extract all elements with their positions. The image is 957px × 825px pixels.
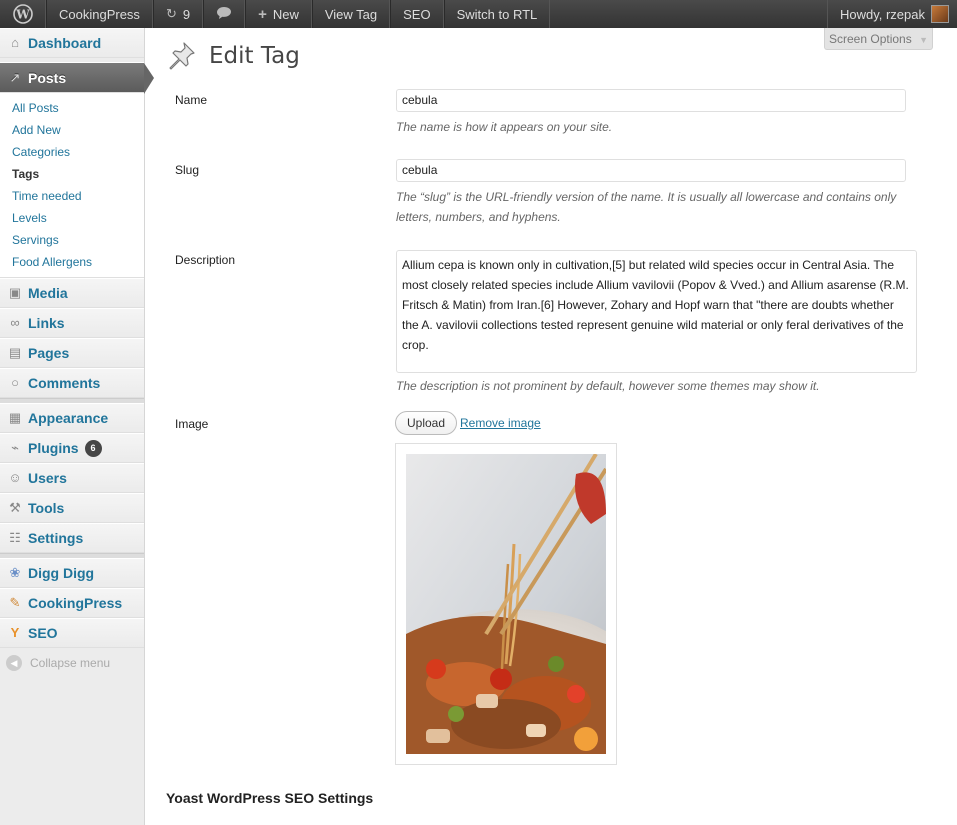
seo-link[interactable]: SEO [390,0,444,28]
plus-icon: + [258,5,267,23]
link-icon: ∞ [10,315,20,330]
settings-icon: ☷ [9,530,21,545]
plugins-update-badge: 6 [84,439,102,457]
submenu-tags[interactable]: Tags [0,163,144,185]
page-title: Edit Tag [209,43,300,69]
menu-dashboard[interactable]: ⌂ Dashboard [0,28,144,58]
new-content-link[interactable]: + New [245,0,312,28]
menu-pages[interactable]: ▤ Pages [0,338,144,368]
upload-button[interactable]: Upload [395,411,457,435]
submenu-time-needed[interactable]: Time needed [0,185,144,207]
users-icon: ☺ [8,470,22,485]
site-name-link[interactable]: CookingPress [46,0,153,28]
collapse-menu-button[interactable]: ◀ Collapse menu [0,648,144,678]
home-icon: ⌂ [11,35,19,50]
slug-label: Slug [175,163,200,177]
submenu-servings[interactable]: Servings [0,229,144,251]
menu-settings[interactable]: ☷ Settings [0,523,144,553]
remove-image-link[interactable]: Remove image [460,416,541,430]
digg-icon: ❀ [9,565,21,580]
comments-link[interactable] [203,0,246,28]
description-help: The description is not prominent by defa… [396,379,820,393]
refresh-icon: ↻ [165,6,177,21]
admin-bar: W CookingPress ↻ 9 + New View Tag SEO Sw… [0,0,957,28]
screen-options-button[interactable]: Screen Options ▼ [824,28,933,50]
appearance-icon: ▦ [8,410,22,425]
pushpin-icon: ↗ [9,69,21,85]
updates-link[interactable]: ↻ 9 [152,0,204,28]
submenu-categories[interactable]: Categories [0,141,144,163]
submenu-add-new[interactable]: Add New [0,119,144,141]
menu-comments[interactable]: ○ Comments [0,368,144,398]
yoast-icon: Y [10,625,20,640]
comment-icon: ○ [11,375,19,390]
admin-sidebar: ⌂ Dashboard ↗ Posts All Posts Add New Ca… [0,28,154,825]
svg-text:W: W [15,8,30,22]
plug-icon: ⌁ [11,440,19,455]
menu-plugins[interactable]: ⌁ Plugins 6 [0,433,144,463]
speech-bubble-icon [216,6,232,23]
slug-input[interactable]: cebula [396,159,906,182]
yoast-seo-heading: Yoast WordPress SEO Settings [166,790,374,806]
triangle-down-icon: ▼ [919,35,928,45]
avatar [931,5,949,23]
name-description: The name is how it appears on your site. [396,120,613,134]
pencil-icon: ✎ [9,595,21,610]
wordpress-logo-icon[interactable]: W [0,0,46,28]
submenu-all-posts[interactable]: All Posts [0,97,144,119]
switch-rtl-link[interactable]: Switch to RTL [443,0,551,28]
submenu-levels[interactable]: Levels [0,207,144,229]
description-textarea[interactable]: Allium cepa is known only in cultivation… [396,250,917,373]
collapse-arrow-icon: ◀ [6,655,22,671]
menu-links[interactable]: ∞ Links [0,308,144,338]
menu-media[interactable]: ▣ Media [0,278,144,308]
submenu-food-allergens[interactable]: Food Allergens [0,251,144,273]
pages-icon: ▤ [8,345,22,360]
menu-digg-digg[interactable]: ❀ Digg Digg [0,558,144,588]
posts-submenu: All Posts Add New Categories Tags Time n… [0,93,144,278]
view-tag-link[interactable]: View Tag [311,0,391,28]
account-menu[interactable]: Howdy, rzepak [826,0,957,28]
tag-image-frame [395,443,617,765]
pushpin-icon [165,40,197,72]
description-label: Description [175,253,236,267]
menu-tools[interactable]: ⚒ Tools [0,493,144,523]
tools-icon: ⚒ [9,500,21,515]
slug-description: The “slug” is the URL-friendly version o… [396,190,897,224]
name-input[interactable]: cebula [396,89,906,112]
image-label: Image [175,417,209,431]
menu-posts[interactable]: ↗ Posts [0,62,154,94]
tag-image [406,454,606,754]
page-header: Edit Tag [165,40,300,72]
menu-cookingpress[interactable]: ✎ CookingPress [0,588,144,618]
media-icon: ▣ [8,285,22,300]
menu-users[interactable]: ☺ Users [0,463,144,493]
menu-appearance[interactable]: ▦ Appearance [0,403,144,433]
menu-seo[interactable]: Y SEO [0,618,144,648]
name-label: Name [175,93,208,107]
